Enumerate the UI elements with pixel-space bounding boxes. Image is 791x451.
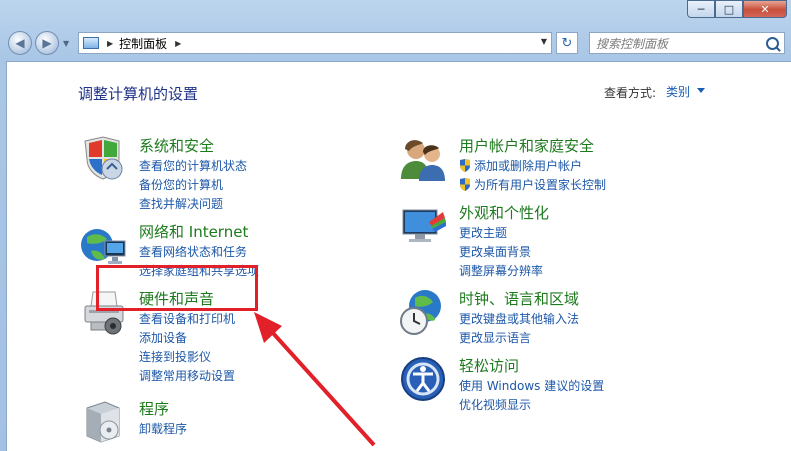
pointer-arrow-annotation — [254, 312, 376, 447]
